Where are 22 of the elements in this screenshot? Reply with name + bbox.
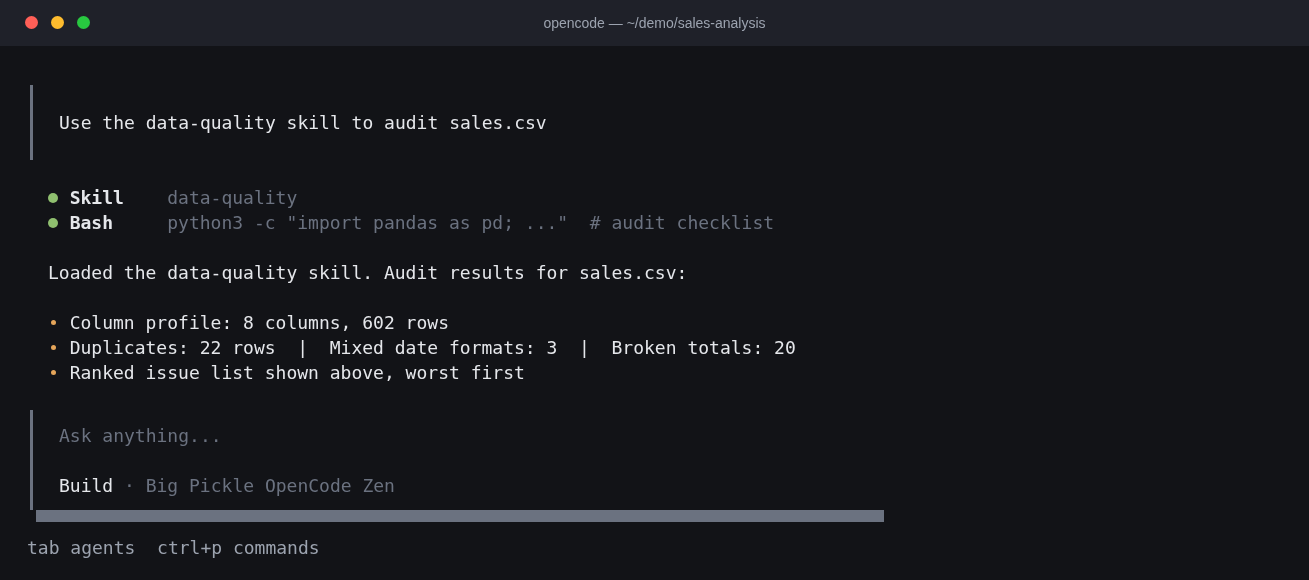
zoom-button[interactable] (77, 16, 90, 29)
tool-detail: data-quality (167, 186, 298, 210)
separator: · (124, 473, 135, 498)
bullet-text: Duplicates: 22 rows | Mixed date formats: 3 | Broken totals: 20 (69, 336, 796, 360)
user-message: Use the data-quality skill to audit sales.csv (59, 111, 547, 135)
response-intro: Loaded the data-quality skill. Audit results for sales.csv: (48, 262, 688, 283)
model-label: Big Pickle OpenCode Zen (145, 473, 395, 498)
bullet-text: Ranked issue list shown above, worst first (69, 361, 525, 385)
window-title: opencode — ~/demo/sales-analysis (543, 13, 766, 33)
input-placeholder: Ask anything... (59, 423, 223, 448)
bullet-icon (51, 320, 56, 325)
tool-name: Skill (69, 186, 125, 210)
minimize-button[interactable] (51, 16, 64, 29)
agent-label: Build (59, 473, 114, 498)
bullet-icon (51, 370, 56, 375)
bullet-text: Column profile: 8 columns, 602 rows (69, 311, 449, 335)
close-button[interactable] (25, 16, 38, 29)
tool-name: Bash (69, 211, 115, 235)
bullet-icon (51, 345, 56, 350)
shortcut-hint: tab agents (27, 536, 136, 560)
shortcut-hint: ctrl+p commands (157, 536, 320, 560)
tool-detail: python3 -c "import pandas as pd; ..." # audit checklist (167, 211, 775, 235)
